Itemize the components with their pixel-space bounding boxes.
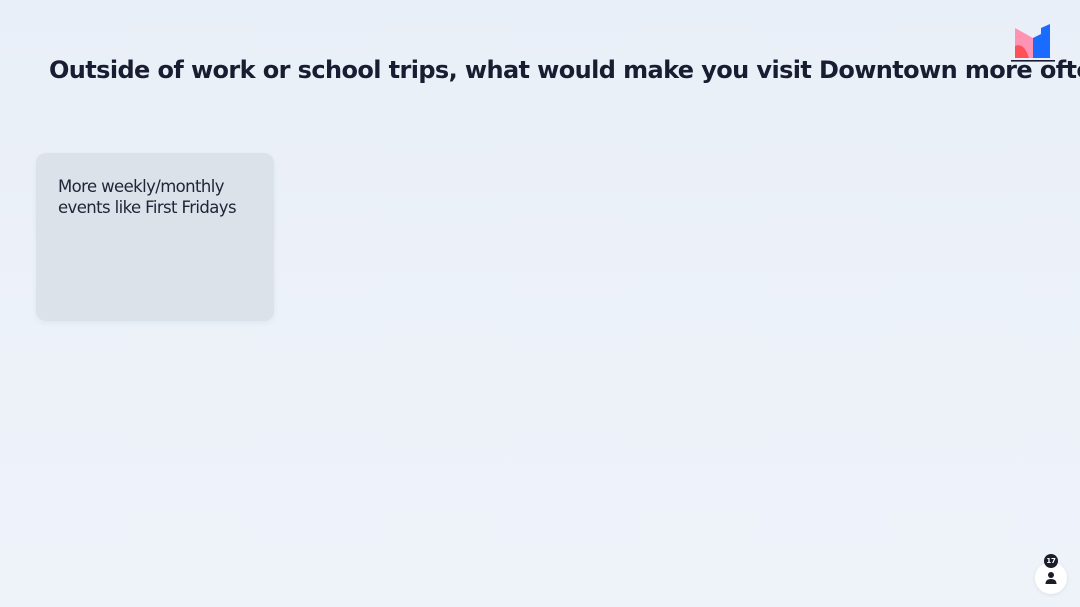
person-icon bbox=[1045, 572, 1057, 584]
participant-count-badge: 17 bbox=[1044, 554, 1058, 568]
presentation-slide: Outside of work or school trips, what wo… bbox=[0, 0, 1080, 607]
question-title: Outside of work or school trips, what wo… bbox=[49, 56, 1080, 84]
participant-count-widget[interactable]: 17 bbox=[1035, 554, 1067, 594]
mentimeter-logo-icon bbox=[1011, 22, 1055, 64]
response-card: More weekly/monthly events like First Fr… bbox=[36, 153, 274, 321]
response-text: More weekly/monthly events like First Fr… bbox=[58, 177, 237, 217]
